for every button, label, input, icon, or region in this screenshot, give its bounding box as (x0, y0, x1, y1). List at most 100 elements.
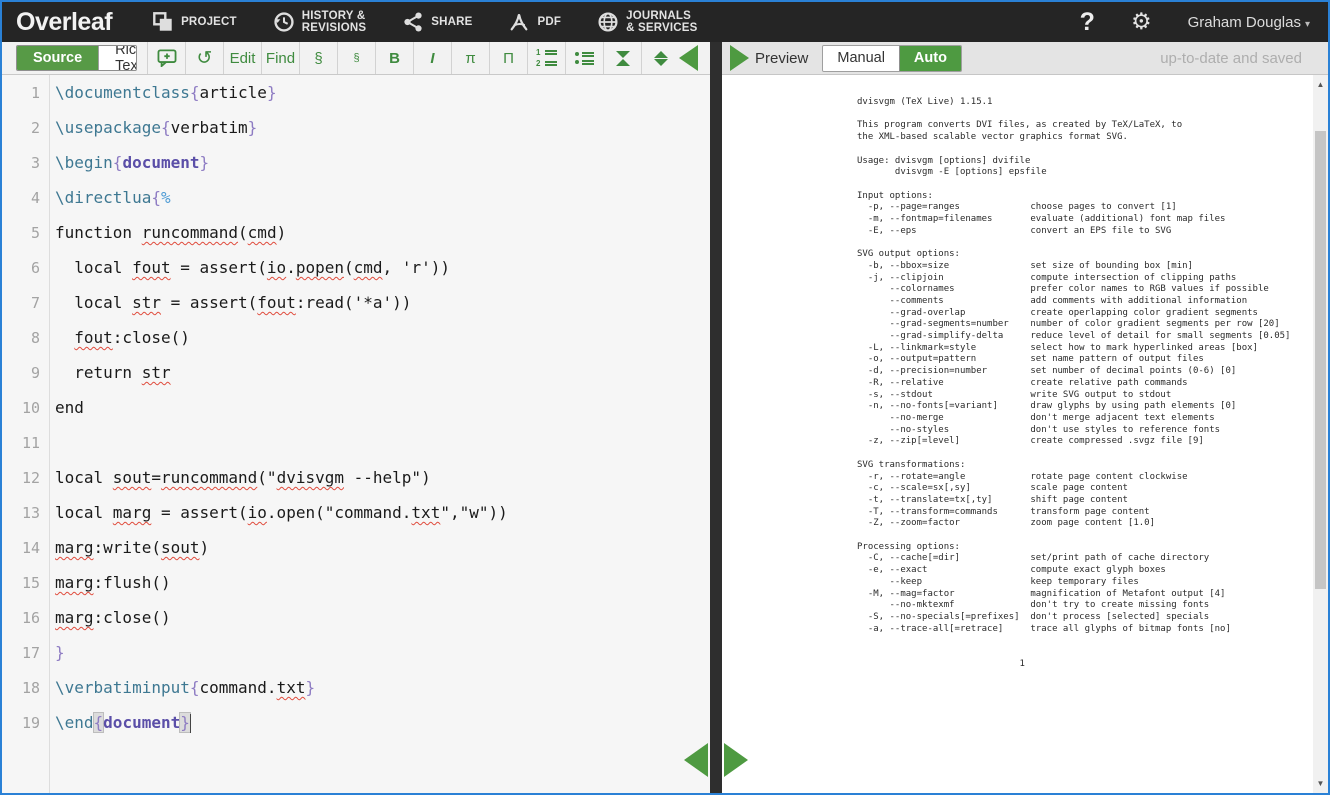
code-line-content: end (49, 398, 84, 417)
code-line[interactable]: 5function runcommand(cmd) (2, 215, 710, 250)
gutter-divider (49, 75, 50, 793)
fold-all-button[interactable] (603, 42, 641, 74)
code-line-content: return str (49, 363, 171, 382)
subsection-button[interactable]: § (337, 42, 375, 74)
code-editor[interactable]: 1\documentclass{article}2\usepackage{ver… (2, 75, 710, 793)
preview-toolbar: Preview Manual Auto up-to-date and saved (722, 42, 1328, 75)
share-icon (402, 11, 424, 33)
main-split: Source Rich Text ↺ Edit Find § § B I π (2, 42, 1328, 793)
preview-label[interactable]: Preview (755, 50, 808, 67)
unfold-less-icon (616, 51, 630, 66)
unfold-all-button[interactable] (641, 42, 679, 74)
preview-scrollbar[interactable]: ▲ ▼ (1313, 75, 1328, 793)
nav-item-history-revisions[interactable]: HISTORY & REVISIONS (273, 10, 366, 34)
line-number: 13 (2, 504, 49, 522)
code-line[interactable]: 16marg:close() (2, 600, 710, 635)
code-line[interactable]: 17} (2, 635, 710, 670)
user-menu[interactable]: Graham Douglas ▾ (1188, 14, 1310, 31)
line-number: 5 (2, 224, 49, 242)
code-line[interactable]: 19\end{document} (2, 705, 710, 740)
pdf-page-text: dvisvgm (TeX Live) 1.15.1 This program c… (857, 97, 1290, 670)
add-comment-button[interactable] (147, 42, 185, 74)
line-number: 6 (2, 259, 49, 277)
line-number: 18 (2, 679, 49, 697)
track-changes-button[interactable]: ↺ (185, 42, 223, 74)
display-math-button[interactable]: Π (489, 42, 527, 74)
code-line-content: \verbatiminput{command.txt} (49, 678, 315, 697)
find-button[interactable]: Find (261, 42, 299, 74)
expand-preview-arrow[interactable] (730, 45, 749, 71)
user-name: Graham Douglas (1188, 14, 1301, 31)
mode-toggle: Source Rich Text (16, 45, 137, 71)
scrollbar-thumb[interactable] (1315, 131, 1326, 589)
code-line[interactable]: 1\documentclass{article} (2, 75, 710, 110)
code-line-content: \begin{document} (49, 153, 209, 172)
editor-pane: Source Rich Text ↺ Edit Find § § B I π (2, 42, 710, 793)
bullet-list-button[interactable] (565, 42, 603, 74)
code-line[interactable]: 8 fout:close() (2, 320, 710, 355)
auto-compile-button[interactable]: Auto (899, 46, 961, 71)
nav-item-share[interactable]: SHARE (402, 11, 472, 33)
nav-item-pdf[interactable]: PDF (508, 11, 561, 33)
bullet-list-icon (575, 52, 594, 65)
collapse-editor-arrow[interactable] (679, 45, 698, 71)
line-number: 12 (2, 469, 49, 487)
code-line[interactable]: 11 (2, 425, 710, 460)
code-line[interactable]: 12local sout=runcommand("dvisvgm --help"… (2, 460, 710, 495)
line-number: 19 (2, 714, 49, 732)
bold-button[interactable]: B (375, 42, 413, 74)
edit-menu-button[interactable]: Edit (223, 42, 261, 74)
code-line[interactable]: 18\verbatiminput{command.txt} (2, 670, 710, 705)
collapse-editor-arrow-bottom[interactable] (684, 743, 708, 777)
inline-math-button[interactable]: π (451, 42, 489, 74)
overleaf-logo[interactable]: Overleaf (16, 8, 112, 37)
preview-pane: Preview Manual Auto up-to-date and saved… (722, 42, 1328, 793)
code-line-content: local sout=runcommand("dvisvgm --help") (49, 468, 431, 487)
code-line[interactable]: 9 return str (2, 355, 710, 390)
code-line[interactable]: 3\begin{document} (2, 145, 710, 180)
nav-item-journals-services[interactable]: JOURNALS & SERVICES (597, 10, 697, 34)
line-number: 9 (2, 364, 49, 382)
navbar-right: ? ⚙ Graham Douglas ▾ (1080, 8, 1310, 37)
source-button[interactable]: Source (17, 46, 98, 70)
help-button[interactable]: ? (1080, 8, 1095, 37)
line-number: 15 (2, 574, 49, 592)
line-number: 4 (2, 189, 49, 207)
code-line-content: \documentclass{article} (49, 83, 277, 102)
editor-toolbar: Source Rich Text ↺ Edit Find § § B I π (2, 42, 710, 75)
top-navbar: Overleaf PROJECT HISTORY & REVISIONS SHA… (2, 2, 1328, 42)
numbered-list-button[interactable]: 1 2 (527, 42, 565, 74)
line-number: 1 (2, 84, 49, 102)
code-line[interactable]: 15marg:flush() (2, 565, 710, 600)
code-line[interactable]: 7 local str = assert(fout:read('*a')) (2, 285, 710, 320)
code-line-content: function runcommand(cmd) (49, 223, 286, 242)
scroll-down-arrow[interactable]: ▼ (1313, 776, 1328, 791)
code-line-content: \end{document} (49, 713, 191, 733)
code-line-content: fout:close() (49, 328, 190, 347)
code-line-content: marg:write(sout) (49, 538, 209, 557)
nav-label-pdf: PDF (537, 16, 561, 28)
history-icon (273, 11, 295, 33)
line-number: 14 (2, 539, 49, 557)
line-number: 16 (2, 609, 49, 627)
code-line-content: local marg = assert(io.open("command.txt… (49, 503, 508, 522)
expand-preview-arrow-bottom[interactable] (724, 743, 748, 777)
code-line[interactable]: 6 local fout = assert(io.popen(cmd, 'r')… (2, 250, 710, 285)
gear-icon[interactable]: ⚙ (1131, 11, 1152, 34)
rich-text-button[interactable]: Rich Text (98, 46, 137, 70)
code-line[interactable]: 10end (2, 390, 710, 425)
pane-divider[interactable] (710, 42, 722, 793)
chevron-down-icon: ▾ (1305, 19, 1310, 30)
section-button[interactable]: § (299, 42, 337, 74)
line-number: 7 (2, 294, 49, 312)
scroll-up-arrow[interactable]: ▲ (1313, 77, 1328, 92)
italic-button[interactable]: I (413, 42, 451, 74)
code-line[interactable]: 4\directlua{% (2, 180, 710, 215)
code-line[interactable]: 13local marg = assert(io.open("command.t… (2, 495, 710, 530)
code-line-content: marg:flush() (49, 573, 171, 592)
manual-compile-button[interactable]: Manual (823, 46, 899, 71)
code-line[interactable]: 14marg:write(sout) (2, 530, 710, 565)
code-line[interactable]: 2\usepackage{verbatim} (2, 110, 710, 145)
line-number: 10 (2, 399, 49, 417)
nav-item-project[interactable]: PROJECT (152, 11, 237, 33)
